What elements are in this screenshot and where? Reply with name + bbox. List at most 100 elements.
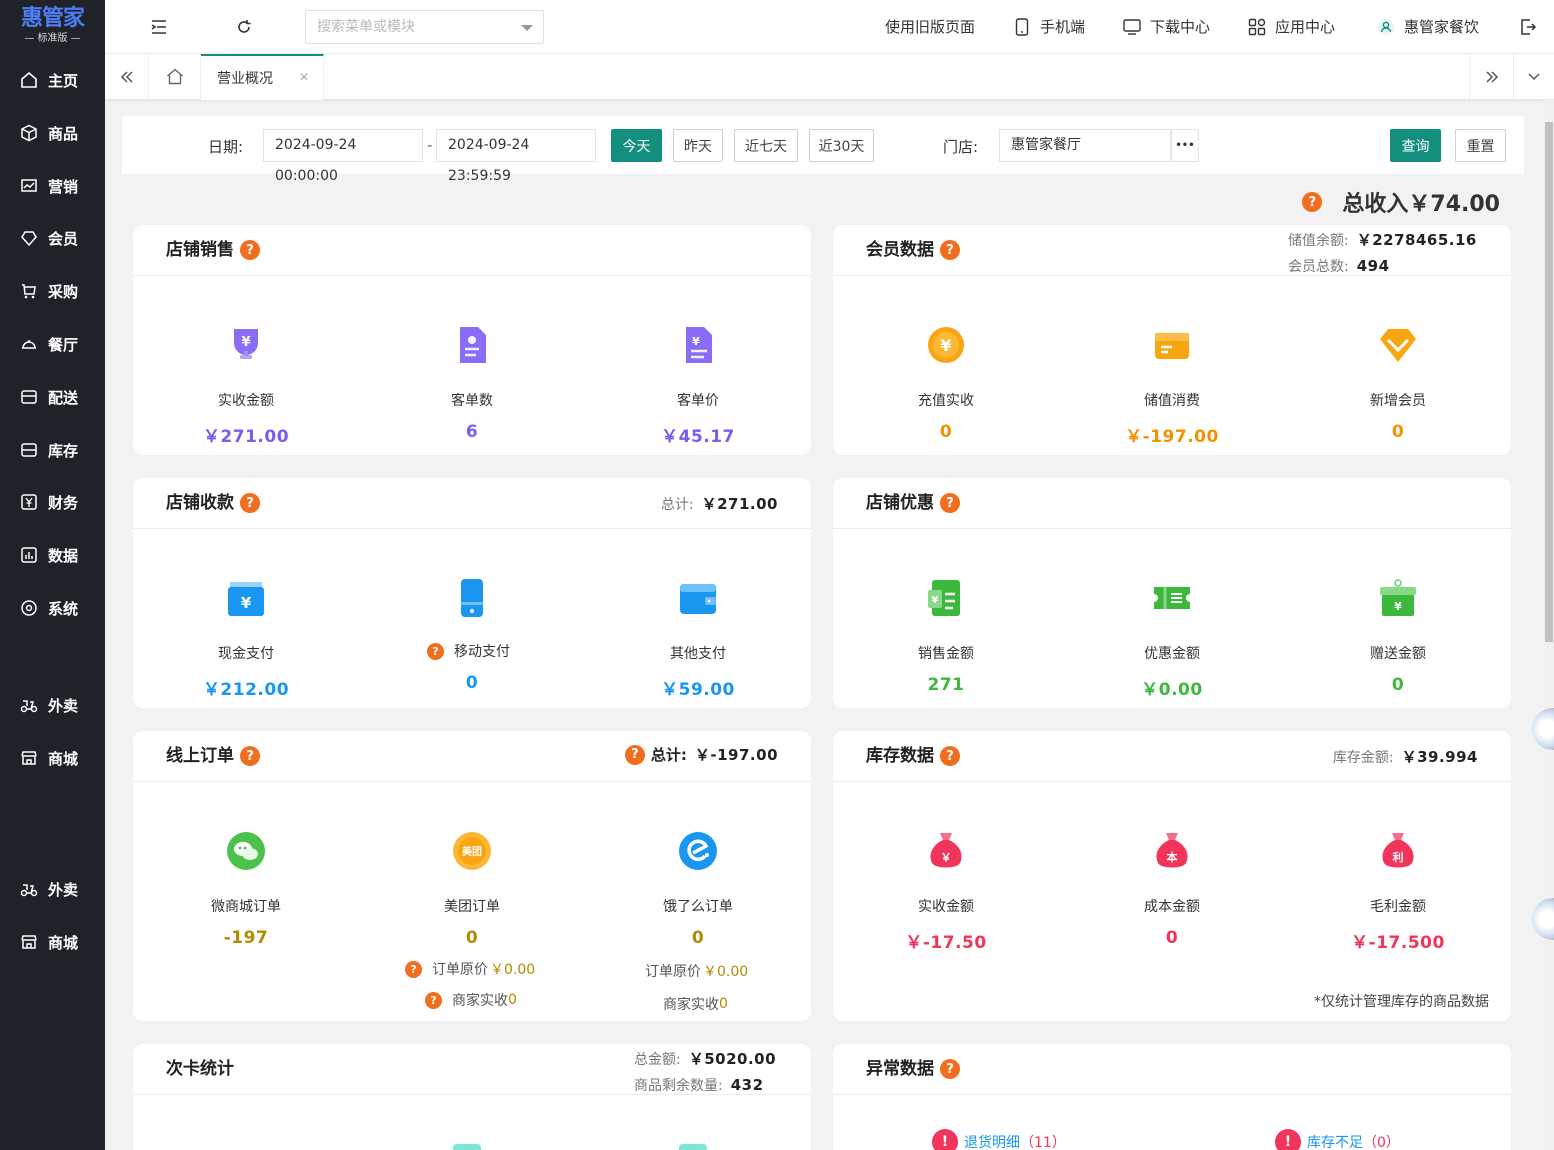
gear-icon [20,599,38,617]
sidebar-item-inventory[interactable]: 库存 [0,430,105,470]
user-menu[interactable]: 惠管家餐饮 [1377,17,1479,37]
metric-value: 0 [1391,422,1405,442]
close-icon[interactable]: ✕ [299,70,309,84]
help-icon[interactable]: ? [624,744,645,765]
sidebar-item-mall[interactable]: 商城 [0,738,105,778]
refresh-icon[interactable] [234,17,254,37]
tab-business-overview[interactable]: 营业概况 ✕ [201,54,324,100]
logout-icon[interactable] [1518,17,1538,37]
help-icon[interactable]: ? [940,1059,960,1079]
app-center-link[interactable]: 应用中心 [1248,17,1335,37]
sidebar-item-mall-2[interactable]: 商城 [0,922,105,962]
alert-icon: ! [932,1129,958,1150]
card-title: 店铺优惠? [866,492,960,514]
help-icon[interactable]: ? [240,746,260,766]
help-icon[interactable]: ? [940,746,960,766]
box-icon [20,441,38,459]
tabs-scroll-left-button[interactable] [105,54,149,99]
sidebar-item-home[interactable]: 主页 [0,60,105,100]
metric-value: 0 [1165,928,1179,948]
returns-detail-link[interactable]: ! 退货明细 （11） [932,1129,1066,1150]
store-payments-card: 店铺收款? 总计: ￥271.00 ¥ 现金支付 ￥212.00 ? 移动支付 0 … [133,478,811,708]
mobile-label: 手机端 [1040,18,1086,36]
sidebar-item-goods[interactable]: 商品 [0,113,105,153]
menu-search-input[interactable]: 搜索菜单或模块 [305,10,544,44]
card-title: 店铺收款? [166,492,260,514]
card-remaining-label: 商品剩余数量: [634,1078,723,1094]
metric-label: 实收金额 [218,393,274,409]
document-user-icon [460,327,486,363]
original-price-value: ￥0.00 [490,962,536,978]
scrollbar-thumb[interactable] [1545,122,1553,642]
metric-value: -197 [223,928,269,948]
yuan-icon [20,493,38,511]
sidebar-item-member[interactable]: 会员 [0,218,105,258]
download-center-link[interactable]: 下载中心 [1123,17,1210,37]
reset-button[interactable]: 重置 [1455,129,1506,162]
metric-label: 现金支付 [218,646,274,662]
chevron-down-icon [1528,72,1540,80]
metric-label: 客单价 [677,393,719,409]
help-icon[interactable]: ? [940,240,960,260]
today-button[interactable]: 今天 [611,129,662,162]
sidebar-item-delivery[interactable]: 配送 [0,377,105,417]
card-total-amount: 总金额: ￥5020.00 [634,1048,776,1069]
sidebar-item-finance[interactable]: 财务 [0,482,105,522]
sidebar-item-takeout[interactable]: 外卖 [0,685,105,725]
store-select-input[interactable]: 惠管家餐厅 [999,129,1171,162]
cube-icon [20,124,38,142]
sidebar-item-marketing[interactable]: 营销 [0,166,105,206]
money-bag-icon: 利 [1382,833,1414,868]
last-30-days-button[interactable]: 近30天 [809,129,874,162]
tabs-dropdown-button[interactable] [1513,54,1554,99]
help-icon[interactable]: ? [940,493,960,513]
bag-mark: 本 [1167,850,1178,864]
card-stat-icon [679,1144,707,1150]
cart-icon [20,282,38,300]
apps-icon [1248,18,1266,36]
end-date-input[interactable]: 2024-09-24 23:59:59 [436,129,596,184]
metric-label: 移动支付 [454,644,510,660]
inventory-amount: 库存金额: ￥39.994 [1333,746,1478,767]
online-total-value: ￥-197.00 [694,746,778,764]
sidebar-item-restaurant[interactable]: 餐厅 [0,324,105,364]
sidebar-item-purchase[interactable]: 采购 [0,271,105,311]
page-scrollbar[interactable] [1543,100,1554,1150]
mobile-link[interactable]: 手机端 [1013,17,1085,37]
menu-fold-icon[interactable] [149,17,169,37]
edition-label: — 标准版 — [24,33,81,44]
online-orders-card: 线上订单? ? 总计: ￥-197.00 微商城订单 -197 美团 美团订单 0 … [133,731,811,1021]
sidebar-item-label: 财务 [48,493,79,512]
help-icon[interactable]: ? [427,642,444,660]
money-bag-icon: ￥ [930,833,962,868]
metric-value: ￥59.00 [661,680,735,700]
help-icon[interactable]: ? [1302,192,1323,212]
query-button[interactable]: 查询 [1390,129,1441,162]
sidebar-item-takeout-2[interactable]: 外卖 [0,869,105,909]
help-icon[interactable]: ? [240,493,260,513]
store-picker-more-button[interactable]: ••• [1171,129,1199,162]
stock-shortage-link[interactable]: ! 库存不足 （0） [1275,1129,1400,1150]
help-icon[interactable]: ? [425,991,442,1009]
chevron-down-icon[interactable] [521,25,533,31]
metric-label: 其他支付 [670,646,726,662]
sidebar-item-data[interactable]: 数据 [0,535,105,575]
yesterday-button[interactable]: 昨天 [673,129,723,162]
original-price-label: 订单原价 [645,964,701,980]
start-date-input[interactable]: 2024-09-24 00:00:00 [263,129,423,184]
receipt-icon: ¥ [928,580,960,616]
old-page-link[interactable]: 使用旧版页面 [885,17,975,37]
help-icon[interactable]: ? [240,240,260,260]
assistant-robot-icon[interactable] [1532,708,1554,750]
tabs-scroll-right-button[interactable] [1469,54,1513,99]
card-title-text: 库存数据 [866,746,934,766]
assistant-robot-icon[interactable] [1532,898,1554,940]
abnormal-data-card: 异常数据? ! 退货明细 （11） ! 库存不足 （0） [833,1044,1511,1150]
help-icon[interactable]: ? [405,960,422,978]
scooter-icon [20,696,38,714]
home-tab[interactable] [149,54,201,99]
sidebar-item-system[interactable]: 系统 [0,588,105,628]
old-page-label: 使用旧版页面 [885,18,976,36]
card-title: 线上订单? [166,745,260,767]
last-7-days-button[interactable]: 近七天 [734,129,798,162]
